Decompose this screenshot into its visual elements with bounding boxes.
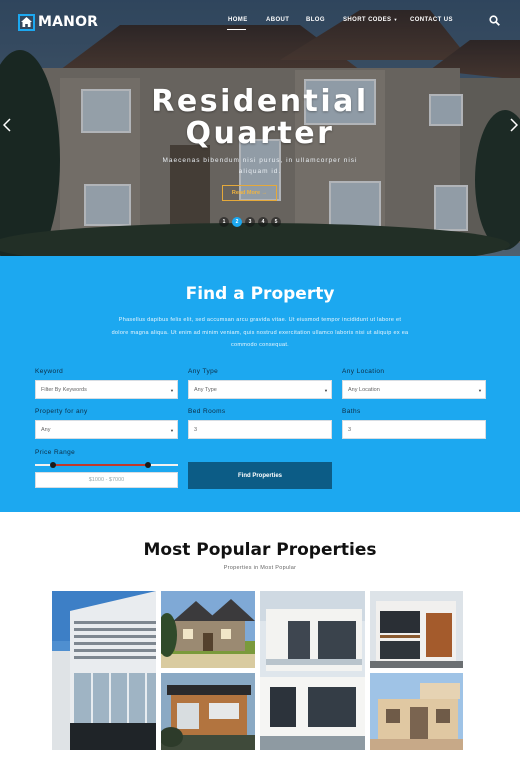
baths-input[interactable]: 3 (342, 420, 486, 439)
price-range-label: Price Range (35, 449, 76, 456)
nav-item-short-codes-label: SHORT CODES (343, 17, 392, 23)
property-image[interactable] (260, 591, 365, 750)
caret-down-icon: ▼ (170, 388, 174, 393)
popular-subtitle: Properties in Most Popular (223, 565, 297, 571)
nav-item-home[interactable]: HOME (228, 17, 248, 23)
baths-label: Baths (342, 408, 361, 415)
slider-min-handle[interactable] (50, 462, 56, 468)
caret-down-icon: ▼ (324, 388, 328, 393)
slide-dot-2[interactable]: 2 (232, 217, 242, 227)
location-label: Any Location (342, 368, 385, 375)
search-icon[interactable] (489, 15, 500, 26)
slide-dot-4[interactable]: 4 (258, 217, 268, 227)
slider-pagination: 1 2 3 4 5 (219, 217, 281, 227)
property-label: Property for any (35, 408, 88, 415)
keyword-select[interactable]: Filter By Keywords ▼ (35, 380, 178, 399)
property-value: Any (41, 426, 51, 433)
slide-dot-1[interactable]: 1 (219, 217, 229, 227)
property-image[interactable] (370, 673, 463, 750)
property-image[interactable] (161, 591, 255, 668)
nav-item-short-codes[interactable]: SHORT CODES ▼ (343, 17, 398, 23)
type-select[interactable]: Any Type ▼ (188, 380, 332, 399)
popular-title: Most Popular Properties (143, 540, 377, 560)
slider-max-handle[interactable] (145, 462, 151, 468)
top-navbar: MANOR HOME ABOUT BLOG SHORT CODES ▼ CONT… (0, 0, 520, 44)
read-more-button[interactable]: Read More → (222, 185, 277, 201)
property-image[interactable] (52, 591, 156, 750)
bedrooms-label: Bed Rooms (188, 408, 226, 415)
slide-dot-5[interactable]: 5 (271, 217, 281, 227)
nav-item-about[interactable]: ABOUT (266, 17, 289, 23)
nav-item-contact[interactable]: CONTACT US (410, 17, 453, 23)
hero-title-line1: Residential (151, 84, 369, 119)
find-properties-button[interactable]: Find Properties (188, 462, 332, 489)
hero-title-line2: Quarter (185, 116, 335, 151)
property-image[interactable] (161, 673, 255, 750)
location-select[interactable]: Any Location ▼ (342, 380, 486, 399)
property-select[interactable]: Any ▼ (35, 420, 178, 439)
find-title: Find a Property (185, 284, 335, 304)
bedrooms-input[interactable]: 3 (188, 420, 332, 439)
hero-subtitle: Maecenas bibendum nisi purus, in ullamco… (162, 157, 358, 175)
hero-slider: MANOR HOME ABOUT BLOG SHORT CODES ▼ CONT… (0, 0, 520, 256)
slider-fill (53, 464, 149, 466)
location-value: Any Location (348, 386, 380, 393)
find-description: Phasellus dapibus felis elit, sed accums… (111, 317, 409, 348)
caret-down-icon: ▼ (478, 388, 482, 393)
price-range-display: $1000 - $7000 (35, 472, 178, 488)
property-image[interactable] (370, 591, 463, 668)
active-nav-underline (227, 29, 246, 30)
bedrooms-value: 3 (194, 426, 198, 433)
slide-dot-3[interactable]: 3 (245, 217, 255, 227)
type-value: Any Type (194, 386, 217, 393)
caret-down-icon: ▼ (393, 17, 398, 22)
price-range-slider[interactable] (35, 462, 178, 468)
baths-value: 3 (348, 426, 352, 433)
main-menu: HOME ABOUT BLOG SHORT CODES ▼ CONTACT US (0, 17, 520, 29)
type-label: Any Type (188, 368, 219, 375)
nav-item-blog[interactable]: BLOG (306, 17, 325, 23)
find-property-section: Find a Property Phasellus dapibus felis … (0, 256, 520, 512)
keyword-value: Filter By Keywords (41, 386, 87, 393)
caret-down-icon: ▼ (170, 428, 174, 433)
keyword-label: Keyword (35, 368, 64, 375)
